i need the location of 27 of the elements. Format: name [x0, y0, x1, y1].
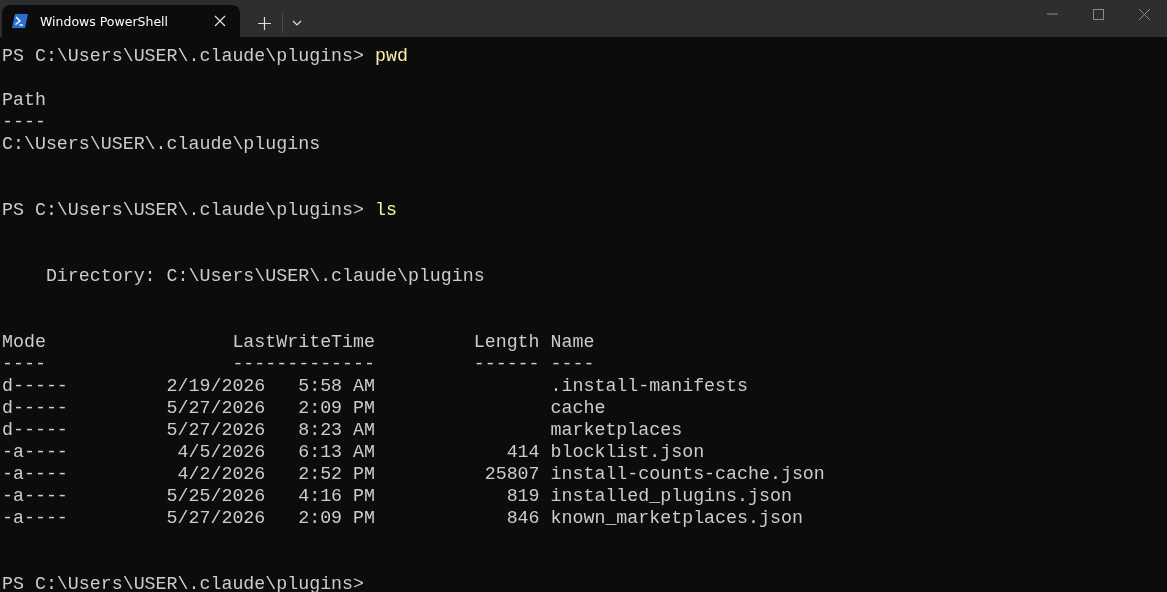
output-text: d----- 5/27/2026 8:23 AM marketplaces — [2, 419, 683, 441]
terminal-tab[interactable]: Windows PowerShell — [2, 5, 240, 37]
output-text: -a---- 4/5/2026 6:13 AM 414 blocklist.json — [2, 441, 705, 463]
output-text: d----- 2/19/2026 5:58 AM .install-manifests — [2, 375, 748, 397]
output-text: -a---- 5/27/2026 2:09 PM 846 known_marketplaces.json — [2, 507, 803, 529]
prompt-text: PS C:\Users\USER\.claude\plugins> — [2, 199, 365, 221]
maximize-icon — [1092, 8, 1104, 20]
output-text: -a---- 4/2/2026 2:52 PM 25807 install-counts-cache.json — [2, 463, 825, 485]
output-text: ---- — [2, 111, 46, 133]
output-text: -a---- 5/25/2026 4:16 PM 819 installed_plugins.json — [2, 485, 792, 507]
command-text: ls — [375, 199, 397, 221]
close-icon — [1138, 8, 1150, 20]
powershell-icon — [12, 14, 28, 28]
close-icon — [214, 15, 226, 27]
output-text: ---- ------------- ------ ---- — [2, 353, 595, 375]
output-text: Mode LastWriteTime Length Name — [2, 331, 595, 353]
command-text: pwd — [375, 45, 408, 67]
plus-icon — [257, 16, 271, 30]
chevron-down-icon — [292, 20, 302, 26]
output-text: Directory: C:\Users\USER\.claude\plugins — [44, 265, 485, 287]
output-text: Path — [2, 89, 46, 111]
prompt-text: PS C:\Users\USER\.claude\plugins> — [2, 573, 365, 592]
minimize-icon — [1046, 13, 1058, 15]
output-text: C:\Users\USER\.claude\plugins — [2, 133, 321, 155]
tab-title: Windows PowerShell — [40, 13, 170, 29]
output-text: d----- 5/27/2026 2:09 PM cache — [2, 397, 606, 419]
prompt-text: PS C:\Users\USER\.claude\plugins> — [2, 45, 365, 67]
